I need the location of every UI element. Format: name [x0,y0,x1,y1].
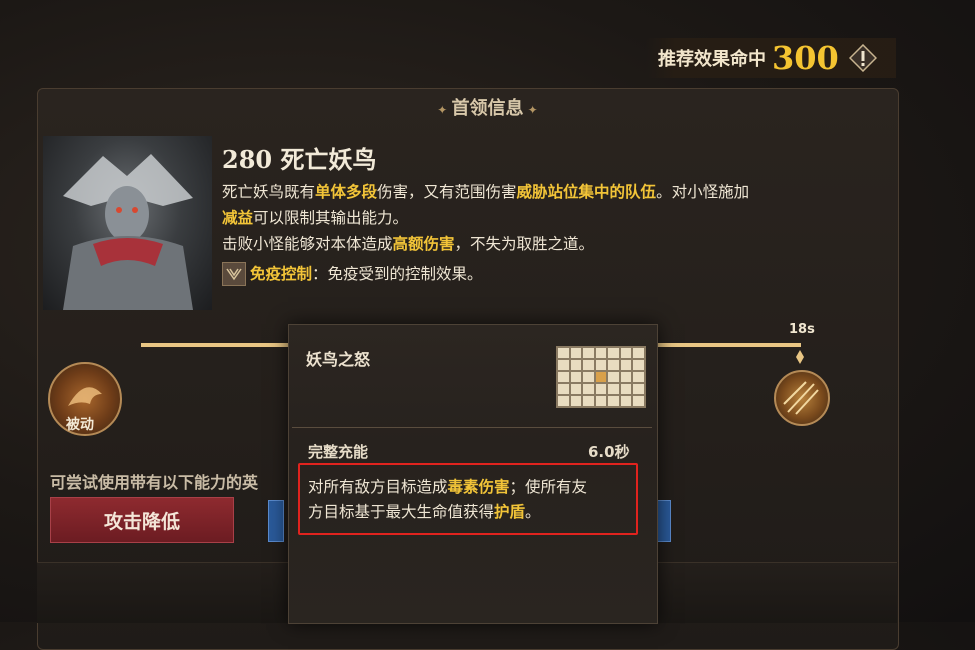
warning-icon[interactable] [848,43,877,73]
effect-line-1: 对所有敌方目标造成毒素伤害；使所有友 [308,478,588,496]
panel-title: ✦ 首领信息 ✦ [437,98,538,119]
skill-range-grid [556,346,646,408]
suggestion-text: 可尝试使用带有以下能力的英 [50,473,259,492]
timeline-marker-icon [796,349,804,364]
timeline-tick-label: 18s [789,322,815,337]
boss-desc-line-3: 击败小怪能够对本体造成高额伤害，不失为取胜之道。 [222,235,595,253]
tooltip-divider [292,427,652,428]
boss-name: 280 死亡妖鸟 [222,145,377,174]
immune-control-icon [222,262,246,286]
attack-down-button[interactable]: 攻击降低 [50,497,234,543]
ability-tag-left-edge[interactable] [268,500,284,542]
effect-highlight-box [298,463,638,535]
boss-desc-line-1: 死亡妖鸟既有单体多段伤害，又有范围伤害威胁站位集中的队伍。对小怪施加 [222,183,750,201]
passive-label: 被动 [66,417,94,433]
tooltip-skill-name: 妖鸟之怒 [306,350,371,369]
recommend-label: 推荐效果命中 [658,49,766,70]
boss-desc-line-2: 减益可以限制其输出能力。 [222,209,409,227]
recommend-hit-bar: 推荐效果命中 300 [646,38,896,78]
immune-control-line: 免疫控制：免疫受到的控制效果。 [250,265,483,283]
full-charge-label: 完整充能 [308,443,369,461]
effect-line-2: 方目标基于最大生命值获得护盾。 [308,503,541,521]
boss-portrait [43,136,212,310]
recommend-value: 300 [772,39,839,77]
demon-bird-rage-skill-icon[interactable] [774,370,830,426]
full-charge-value: 6.0秒 [588,443,630,461]
